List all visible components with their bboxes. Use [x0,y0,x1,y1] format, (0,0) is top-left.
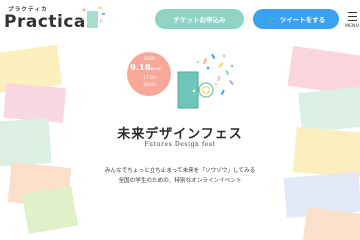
menu-button[interactable]: MENU [345,10,359,32]
event-description-line: みんなでちょっと立ち止まって未来を「ソウゾウ」してみる [104,168,256,174]
event-date-value: 9.18 [130,63,151,73]
event-time-end: 20:00 [143,83,156,88]
event-title: 未来デザインフェス [117,127,243,142]
ticket-apply-button[interactable]: チケットお申込み [155,9,244,29]
ticket-button-label: チケットお申込み [173,16,226,24]
site-header: プラクティカ Practica チケットお申込み 🐦 ツイートをする MENU [0,0,360,36]
event-year: 2020 [143,57,155,62]
twitter-bird-icon: 🐦 [266,14,277,24]
menu-bar-icon [348,16,357,18]
tweet-button-label: ツイートをする [279,16,326,24]
logo-wordmark[interactable]: Practica [4,12,86,32]
event-date: 9.18(Fri) [130,63,161,73]
door-confetti-illustration [177,53,234,109]
event-subtitle: Futures Design fest [144,141,216,148]
event-description-line: 全国の学生のための、特別なオンラインイベント [118,178,242,184]
menu-label: MENU [345,24,360,29]
menu-bar-icon [348,12,357,14]
menu-bar-icon [348,20,357,22]
tweet-button[interactable]: 🐦 ツイートをする [253,9,339,29]
event-weekday: (Fri) [150,66,161,71]
event-date-badge: 2020 9.18(Fri) 17:00- 20:00 [127,52,171,96]
logo-door-icon [81,6,105,28]
event-time-start: 17:00- [143,76,158,81]
